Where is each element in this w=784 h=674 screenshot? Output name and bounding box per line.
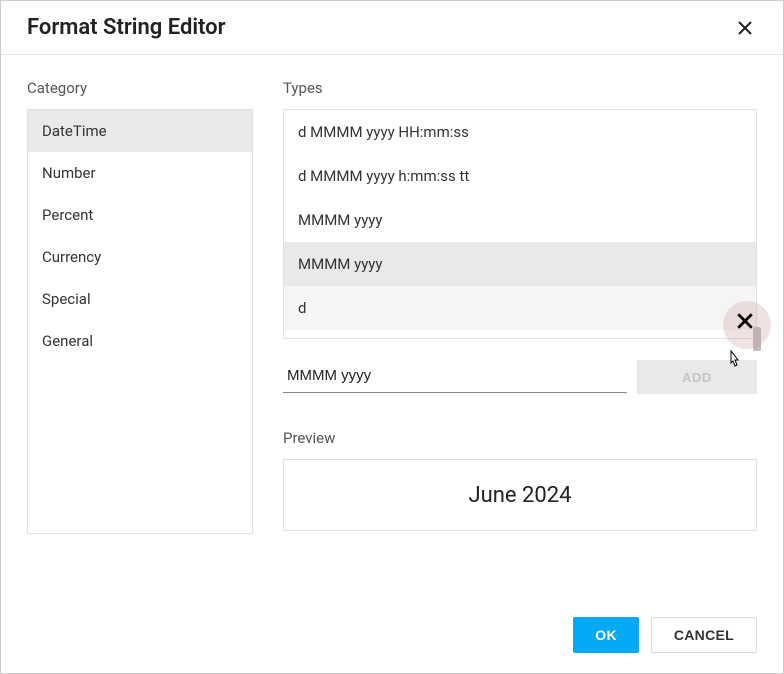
dialog-footer: OK CANCEL xyxy=(1,601,783,673)
types-list[interactable]: d MMMM yyyy HH:mm:ss d MMMM yyyy h:mm:ss… xyxy=(283,109,757,339)
ok-button[interactable]: OK xyxy=(573,617,639,653)
add-format-row: ADD xyxy=(283,359,757,395)
category-item-general[interactable]: General xyxy=(28,320,252,362)
type-item[interactable]: d MMMM yyyy h:mm:ss tt xyxy=(284,154,756,198)
close-icon xyxy=(737,20,753,36)
category-label: Category xyxy=(27,79,253,97)
preview-value: June 2024 xyxy=(469,483,572,508)
types-column: Types d MMMM yyyy HH:mm:ss d MMMM yyyy h… xyxy=(283,79,757,601)
category-column: Category DateTime Number Percent Currenc… xyxy=(27,79,253,601)
type-item[interactable]: MMMM yyyy xyxy=(284,242,756,286)
type-item-label: d MMMM yyyy h:mm:ss tt xyxy=(298,167,469,185)
category-item-currency[interactable]: Currency xyxy=(28,236,252,278)
dialog-body: Category DateTime Number Percent Currenc… xyxy=(1,55,783,601)
type-item-label: d xyxy=(298,299,306,317)
category-list: DateTime Number Percent Currency Special… xyxy=(27,109,253,534)
delete-icon xyxy=(736,311,754,336)
dialog-header: Format String Editor xyxy=(1,1,783,55)
category-item-datetime[interactable]: DateTime xyxy=(28,110,252,152)
delete-type-button[interactable] xyxy=(723,301,771,349)
add-button[interactable]: ADD xyxy=(637,360,757,394)
close-button[interactable] xyxy=(733,16,757,40)
types-label: Types xyxy=(283,79,757,97)
category-item-special[interactable]: Special xyxy=(28,278,252,320)
preview-box: June 2024 xyxy=(283,459,757,531)
type-item[interactable]: d MMMM yyyy HH:mm:ss xyxy=(284,110,756,154)
type-item[interactable]: d xyxy=(284,286,756,330)
category-item-percent[interactable]: Percent xyxy=(28,194,252,236)
types-list-wrapper: d MMMM yyyy HH:mm:ss d MMMM yyyy h:mm:ss… xyxy=(283,109,757,339)
type-item-label: MMMM yyyy xyxy=(298,255,383,273)
type-item-label: d MMMM yyyy HH:mm:ss xyxy=(298,123,469,141)
type-item[interactable]: MMMM yyyy xyxy=(284,198,756,242)
dialog-title: Format String Editor xyxy=(27,15,226,40)
format-string-editor-dialog: Format String Editor Category DateTime N… xyxy=(0,0,784,674)
format-input[interactable] xyxy=(283,361,627,393)
type-item-label: MMMM yyyy xyxy=(298,211,383,229)
preview-label: Preview xyxy=(283,429,757,447)
cancel-button[interactable]: CANCEL xyxy=(651,617,757,653)
category-item-number[interactable]: Number xyxy=(28,152,252,194)
